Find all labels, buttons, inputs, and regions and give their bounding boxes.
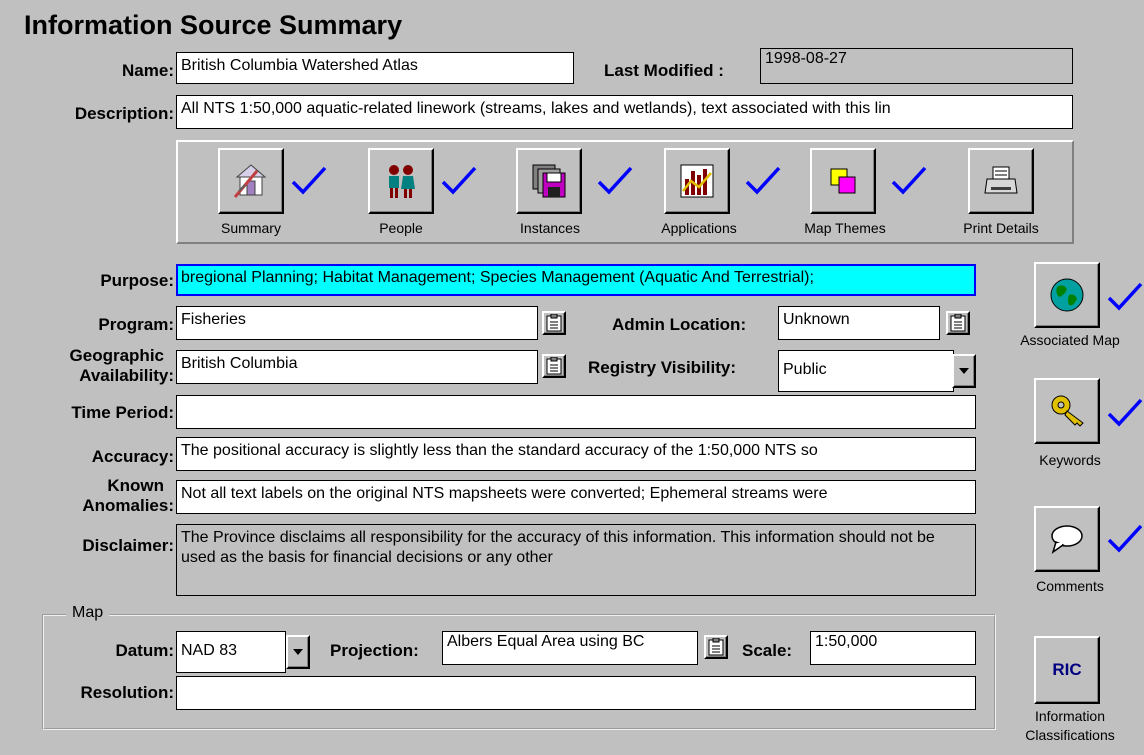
applications-caption: Applications: [661, 220, 737, 236]
keywords-check-icon: [1107, 398, 1143, 427]
keywords-caption: Keywords: [1039, 452, 1101, 468]
instances-check-icon: [597, 166, 633, 195]
accuracy-label: Accuracy:: [91, 447, 174, 466]
instances-icon: [532, 164, 566, 198]
name-field[interactable]: British Columbia Watershed Atlas: [176, 52, 574, 84]
geographic-availability-picker-button[interactable]: [542, 354, 566, 378]
geographic-availability-field[interactable]: British Columbia: [176, 350, 538, 384]
keywords-button[interactable]: [1034, 378, 1100, 444]
people-button[interactable]: [368, 148, 434, 214]
summary-check-icon: [291, 166, 327, 195]
associated-map-button[interactable]: [1034, 262, 1100, 328]
summary-icon: [233, 164, 267, 198]
information-classifications-caption-line1: Information: [1034, 708, 1106, 724]
datum-label: Datum:: [115, 641, 174, 660]
admin-location-picker-button[interactable]: [946, 311, 970, 335]
map-themes-icon: [830, 168, 856, 194]
summary-button[interactable]: [218, 148, 284, 214]
last-modified-field: 1998-08-27: [760, 48, 1073, 84]
anomalies-label: Anomalies:: [82, 496, 174, 515]
print-details-caption: Print Details: [963, 220, 1039, 236]
speech-bubble-icon: [1051, 525, 1083, 554]
program-picker-button[interactable]: [542, 311, 566, 335]
print-details-button[interactable]: [968, 148, 1034, 214]
admin-location-label: Admin Location:: [612, 315, 747, 334]
summary-caption: Summary: [221, 220, 281, 236]
people-icon: [389, 165, 415, 198]
scale-field[interactable]: 1:50,000: [810, 631, 976, 665]
instances-button[interactable]: [516, 148, 582, 214]
disclaimer-label: Disclaimer:: [82, 536, 174, 555]
globe-icon: [1050, 278, 1084, 312]
projection-label: Projection:: [330, 641, 419, 660]
clipboard-icon: [708, 638, 724, 656]
page-title: Information Source Summary: [24, 10, 403, 40]
time-period-label: Time Period:: [71, 403, 174, 422]
registry-visibility-label: Registry Visibility:: [588, 358, 737, 377]
clipboard-icon: [546, 314, 562, 332]
geographic-label: Geographic: [69, 346, 164, 365]
name-label: Name:: [122, 61, 174, 80]
registry-visibility-select[interactable]: Public: [778, 350, 954, 392]
resolution-label: Resolution:: [80, 683, 175, 702]
clipboard-icon: [546, 357, 562, 375]
projection-picker-button[interactable]: [704, 635, 728, 659]
applications-check-icon: [745, 166, 781, 195]
navigation-toolbar: Summary People Instances Applications Ma…: [176, 140, 1074, 244]
chevron-down-icon: [293, 649, 303, 655]
applications-button[interactable]: [664, 148, 730, 214]
disclaimer-field: The Province disclaims all responsibilit…: [176, 524, 976, 596]
known-label: Known: [107, 476, 164, 495]
people-caption: People: [379, 220, 423, 236]
ric-button[interactable]: RIC: [1034, 636, 1100, 704]
program-label: Program:: [98, 315, 174, 334]
map-themes-button[interactable]: [810, 148, 876, 214]
printer-icon: [984, 166, 1018, 194]
associated-map-caption: Associated Map: [1020, 332, 1120, 348]
purpose-field[interactable]: bregional Planning; Habitat Management; …: [176, 264, 976, 296]
admin-location-field[interactable]: Unknown: [778, 306, 940, 340]
program-field[interactable]: Fisheries: [176, 306, 538, 340]
resolution-field[interactable]: [176, 676, 976, 710]
associated-map-check-icon: [1107, 282, 1143, 311]
comments-check-icon: [1107, 524, 1143, 553]
description-label: Description:: [74, 104, 174, 123]
known-anomalies-field[interactable]: Not all text labels on the original NTS …: [176, 480, 976, 514]
chevron-down-icon: [959, 368, 969, 374]
information-classifications-caption-line2: Classifications: [1025, 727, 1115, 743]
keys-icon: [1051, 395, 1084, 427]
datum-select[interactable]: NAD 83: [176, 631, 286, 673]
purpose-label: Purpose:: [100, 271, 174, 290]
people-check-icon: [441, 166, 477, 195]
projection-field[interactable]: Albers Equal Area using BC: [442, 631, 698, 665]
time-period-field[interactable]: [176, 395, 976, 429]
map-themes-caption: Map Themes: [804, 220, 886, 236]
accuracy-field[interactable]: The positional accuracy is slightly less…: [176, 437, 976, 471]
last-modified-label: Last Modified :: [604, 61, 724, 80]
map-themes-check-icon: [891, 166, 927, 195]
instances-caption: Instances: [520, 220, 580, 236]
map-group-legend: Map: [66, 604, 110, 622]
datum-dropdown-button[interactable]: [286, 635, 310, 669]
availability-label: Availability:: [79, 366, 174, 385]
clipboard-icon: [950, 314, 966, 332]
applications-icon: [680, 164, 714, 198]
registry-visibility-dropdown-button[interactable]: [952, 354, 976, 388]
scale-label: Scale:: [742, 641, 793, 660]
comments-button[interactable]: [1034, 506, 1100, 572]
comments-caption: Comments: [1036, 578, 1104, 594]
description-field[interactable]: All NTS 1:50,000 aquatic-related linewor…: [176, 95, 1073, 129]
